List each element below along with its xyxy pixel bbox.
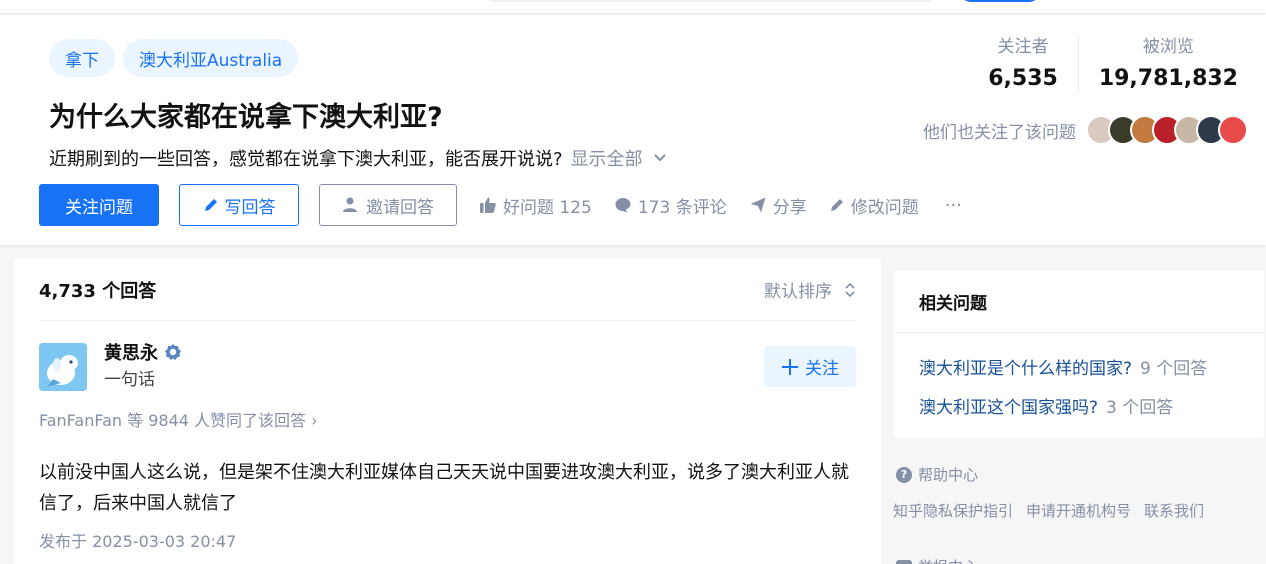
- related-question-item[interactable]: 澳大利亚是个什么样的国家? 9 个回答: [919, 354, 1207, 379]
- good-question-label: 好问题 125: [503, 197, 592, 218]
- views-count: 19,781,832: [1098, 66, 1238, 91]
- related-question-item[interactable]: 澳大利亚这个国家强吗? 3 个回答: [919, 393, 1173, 418]
- report-center-label: 举报中心: [918, 556, 978, 564]
- also-follow-label: 他们也关注了该问题: [923, 122, 1076, 143]
- question-stats: 关注者 6,535 被浏览 19,781,832: [968, 35, 1238, 93]
- footer-link[interactable]: 申请开通机构号: [1026, 500, 1131, 521]
- thumbs-up-icon: [480, 197, 496, 213]
- voters-summary[interactable]: FanFanFan 等 9844 人赞同了该回答 ›: [39, 407, 318, 431]
- plus-icon: [782, 358, 798, 375]
- invite-answer-label: 邀请回答: [366, 197, 434, 218]
- question-title: 为什么大家都在说拿下澳大利亚?: [49, 102, 443, 133]
- write-answer-button[interactable]: 写回答: [179, 184, 299, 226]
- publish-time[interactable]: 发布于 2025-03-03 20:47: [39, 528, 236, 552]
- report-icon: [896, 559, 912, 564]
- question-actions: 关注问题 写回答 邀请回答 好问题 125 173 条评论 分享 修改问题 ··…: [39, 184, 962, 226]
- share-label: 分享: [772, 197, 807, 218]
- also-follow: 他们也关注了该问题: [923, 115, 1248, 145]
- avatar[interactable]: [1218, 115, 1248, 145]
- followers-label: 关注者: [997, 37, 1049, 57]
- report-center-link[interactable]: 举报中心: [896, 556, 978, 564]
- topic-tag[interactable]: 拿下: [49, 39, 115, 77]
- help-icon: ?: [896, 466, 912, 483]
- related-questions-title: 相关问题: [894, 271, 1264, 333]
- footer-link[interactable]: 联系我们: [1144, 500, 1204, 521]
- edit-question-button[interactable]: 修改问题: [829, 193, 919, 218]
- top-app-bar: [0, 0, 1266, 14]
- footer-links: 知乎隐私保护指引 申请开通机构号 联系我们: [893, 500, 1204, 521]
- topic-list: 拿下 澳大利亚Australia: [49, 39, 299, 77]
- question-detail: 近期刷到的一些回答，感觉都在说拿下澳大利亚，能否展开说说? 显示全部: [49, 145, 667, 171]
- invite-answer-button[interactable]: 邀请回答: [319, 184, 457, 226]
- views-stat: 被浏览 19,781,832: [1077, 35, 1238, 93]
- follow-author-label: 关注: [805, 359, 839, 379]
- follow-question-button[interactable]: 关注问题: [39, 184, 159, 226]
- write-answer-label: 写回答: [224, 197, 276, 218]
- sort-dropdown[interactable]: 默认排序: [764, 277, 856, 302]
- search-input[interactable]: [484, 0, 936, 2]
- share-icon: [750, 197, 766, 213]
- related-question-count: 3 个回答: [1106, 398, 1174, 418]
- author-name[interactable]: 黄思永: [104, 339, 182, 365]
- chevron-down-icon: [653, 154, 666, 162]
- topic-tag[interactable]: 澳大利亚Australia: [123, 39, 299, 77]
- answers-header: 4,733 个回答 默认排序: [39, 259, 856, 321]
- edit-question-label: 修改问题: [850, 197, 919, 218]
- follower-avatars: [1086, 115, 1248, 145]
- related-question-link[interactable]: 澳大利亚是个什么样的国家?: [919, 359, 1132, 379]
- related-question-count: 9 个回答: [1140, 359, 1208, 379]
- comments-button[interactable]: 173 条评论: [614, 193, 727, 218]
- good-question-button[interactable]: 好问题 125: [479, 193, 592, 218]
- show-all-label: 显示全部: [570, 149, 643, 170]
- help-center-link[interactable]: ? 帮助中心: [896, 464, 978, 485]
- avatar-image: [39, 343, 87, 391]
- share-button[interactable]: 分享: [749, 193, 807, 218]
- followers-stat: 关注者 6,535: [968, 35, 1078, 93]
- author-avatar[interactable]: [39, 343, 87, 391]
- ask-button[interactable]: [960, 0, 1040, 2]
- question-header: 拿下 澳大利亚Australia 为什么大家都在说拿下澳大利亚? 近期刷到的一些…: [0, 15, 1266, 245]
- add-user-icon: [343, 197, 359, 212]
- sort-arrows-icon: [845, 282, 855, 297]
- followers-count: 6,535: [988, 66, 1058, 91]
- answer-content: 以前没中国人这么说，但是架不住澳大利亚媒体自己天天说中国要进攻澳大利亚，说多了澳…: [39, 462, 849, 514]
- comments-label: 173 条评论: [637, 197, 727, 218]
- author-bio: 一句话: [104, 370, 155, 390]
- footer-link[interactable]: 知乎隐私保护指引: [893, 500, 1013, 521]
- answer-count: 4,733 个回答: [39, 280, 157, 302]
- more-icon[interactable]: ···: [945, 195, 962, 216]
- answers-card: 4,733 个回答 默认排序 黄思永 一句话 关注 FanFanFan 等 98…: [14, 259, 881, 564]
- comment-icon: [615, 198, 631, 213]
- views-label: 被浏览: [1142, 37, 1194, 57]
- related-questions-card: 相关问题 澳大利亚是个什么样的国家? 9 个回答 澳大利亚这个国家强吗? 3 个回答: [894, 271, 1264, 438]
- sort-label: 默认排序: [764, 282, 832, 302]
- follow-author-button[interactable]: 关注: [764, 346, 856, 387]
- question-detail-text: 近期刷到的一些回答，感觉都在说拿下澳大利亚，能否展开说说?: [49, 149, 563, 170]
- show-all-button[interactable]: 显示全部: [571, 145, 667, 171]
- pencil-icon: [204, 199, 217, 211]
- help-center-label: 帮助中心: [918, 466, 979, 484]
- verified-badge-icon: [165, 344, 181, 360]
- author-name-text: 黄思永: [104, 343, 158, 364]
- pencil-icon: [830, 199, 843, 211]
- related-question-link[interactable]: 澳大利亚这个国家强吗?: [919, 398, 1098, 418]
